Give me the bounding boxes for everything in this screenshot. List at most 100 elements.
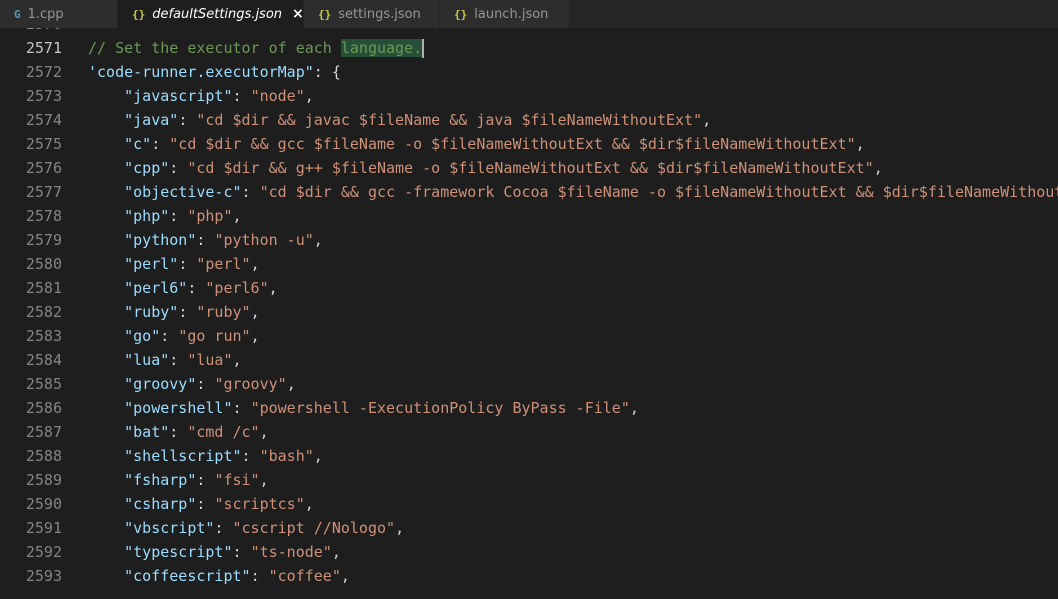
code-line[interactable]: 2572 'code-runner.executorMap": { (0, 60, 1058, 84)
token-punct: : (187, 279, 206, 297)
code-line[interactable]: 2574 "java": "cd $dir && javac $fileName… (0, 108, 1058, 132)
code-line[interactable]: 2585 "groovy": "groovy", (0, 372, 1058, 396)
code-line[interactable]: 2578 "php": "php", (0, 204, 1058, 228)
token-punct: , (259, 423, 269, 441)
code-line[interactable]: 2593 "coffeescript": "coffee", (0, 564, 1058, 588)
code-line[interactable]: 2579 "python": "python -u", (0, 228, 1058, 252)
line-number: 2586 (25, 399, 62, 417)
tab-label: defaultSettings.json (152, 6, 283, 22)
tab-launch-json[interactable]: {} launch.json (440, 0, 570, 28)
token-string: "cd $dir && gcc $fileName -o $fileNameWi… (169, 135, 856, 153)
code-line[interactable]: 2575 "c": "cd $dir && gcc $fileName -o $… (0, 132, 1058, 156)
token-string: "powershell -ExecutionPolicy ByPass -Fil… (250, 399, 630, 417)
code-line[interactable]: 2576 "cpp": "cd $dir && g++ $fileName -o… (0, 156, 1058, 180)
token-punct: : (196, 231, 215, 249)
line-number: 2585 (25, 375, 62, 393)
token-punct: : (151, 135, 170, 153)
editor-window: G 1.cpp {} defaultSettings.json × {} settings.… (0, 0, 1058, 599)
token-punct: : (232, 87, 251, 105)
token-punct: : { (313, 63, 341, 81)
token-punct (88, 351, 124, 369)
line-code: "fsharp": "fsi", (88, 468, 1058, 492)
line-number: 2592 (25, 543, 62, 561)
line-number: 2576 (25, 159, 62, 177)
code-line[interactable]: 2589 "fsharp": "fsi", (0, 468, 1058, 492)
code-line[interactable]: 2580 "perl": "perl", (0, 252, 1058, 276)
token-punct: , (395, 519, 405, 537)
line-code: "typescript": "ts-node", (88, 540, 1058, 564)
token-punct: : (178, 255, 197, 273)
token-punct (88, 159, 124, 177)
token-string: "node" (250, 87, 305, 105)
token-punct: , (259, 471, 269, 489)
line-number: 2579 (25, 231, 62, 249)
tab-label: settings.json (338, 6, 421, 22)
code-line[interactable]: 2588 "shellscript": "bash", (0, 444, 1058, 468)
code-line[interactable]: 2577 "objective-c": "cd $dir && gcc -fra… (0, 180, 1058, 204)
token-punct (88, 495, 124, 513)
line-code: "csharp": "scriptcs", (88, 492, 1058, 516)
token-punct (88, 207, 124, 225)
code-line[interactable]: 2591 "vbscript": "cscript //Nologo", (0, 516, 1058, 540)
line-number: 2572 (25, 63, 62, 81)
token-punct: : (169, 159, 188, 177)
code-line[interactable]: 2571 // Set the executor of each language… (0, 36, 1058, 60)
code-editor[interactable]: 2570 2571 // Set the executor of each lang… (0, 28, 1058, 599)
token-punct: , (855, 135, 865, 153)
tab-1-cpp[interactable]: G 1.cpp (0, 0, 118, 28)
json-file-icon: {} (318, 7, 332, 21)
token-comment-hl: language. (340, 39, 423, 57)
line-code: "ruby": "ruby", (88, 300, 1058, 324)
line-number: 2573 (25, 87, 62, 105)
line-code: "javascript": "node", (88, 84, 1058, 108)
token-punct: : (196, 495, 215, 513)
token-punct: : (196, 471, 215, 489)
token-string: "scriptcs" (214, 495, 305, 513)
code-line[interactable]: 2592 "typescript": "ts-node", (0, 540, 1058, 564)
token-key: "java" (124, 111, 179, 129)
token-punct: , (250, 255, 260, 273)
token-string: "python -u" (214, 231, 314, 249)
code-line[interactable]: 2570 (0, 28, 1058, 36)
code-line[interactable]: 2581 "perl6": "perl6", (0, 276, 1058, 300)
close-icon[interactable]: × (292, 6, 304, 22)
token-punct (88, 567, 124, 585)
line-code: "perl": "perl", (88, 252, 1058, 276)
token-key: "cpp" (124, 159, 170, 177)
line-code: "php": "php", (88, 204, 1058, 228)
token-string: "fsi" (214, 471, 260, 489)
line-code: "bat": "cmd /c", (88, 420, 1058, 444)
token-punct (88, 375, 124, 393)
token-string: "perl" (196, 255, 251, 273)
tab-label: launch.json (474, 6, 549, 22)
token-string: "bash" (259, 447, 314, 465)
code-lines: 2570 2571 // Set the executor of each lang… (0, 28, 1058, 588)
token-string: "groovy" (214, 375, 287, 393)
tab-defaultsettings-json[interactable]: {} defaultSettings.json × (118, 0, 304, 28)
token-key: "lua" (124, 351, 170, 369)
line-code: "java": "cd $dir && javac $fileName && j… (88, 108, 1058, 132)
code-line[interactable]: 2583 "go": "go run", (0, 324, 1058, 348)
code-line[interactable]: 2586 "powershell": "powershell -Executio… (0, 396, 1058, 420)
line-code: "perl6": "perl6", (88, 276, 1058, 300)
code-line[interactable]: 2582 "ruby": "ruby", (0, 300, 1058, 324)
token-punct (88, 183, 124, 201)
token-punct: : (178, 303, 197, 321)
tab-settings-json[interactable]: {} settings.json (304, 0, 440, 28)
json-file-icon: {} (132, 7, 146, 21)
token-punct: : (241, 447, 260, 465)
token-key: "coffeescript" (124, 567, 251, 585)
code-line[interactable]: 2584 "lua": "lua", (0, 348, 1058, 372)
token-punct: , (313, 231, 323, 249)
token-punct (88, 471, 124, 489)
line-code: "python": "python -u", (88, 228, 1058, 252)
code-line[interactable]: 2587 "bat": "cmd /c", (0, 420, 1058, 444)
text-cursor (422, 39, 425, 58)
code-line[interactable]: 2590 "csharp": "scriptcs", (0, 492, 1058, 516)
token-string: "ruby" (196, 303, 251, 321)
token-key: "perl6" (124, 279, 188, 297)
token-punct: : (241, 183, 260, 201)
token-punct: , (702, 111, 712, 129)
token-punct: : (250, 567, 269, 585)
code-line[interactable]: 2573 "javascript": "node", (0, 84, 1058, 108)
